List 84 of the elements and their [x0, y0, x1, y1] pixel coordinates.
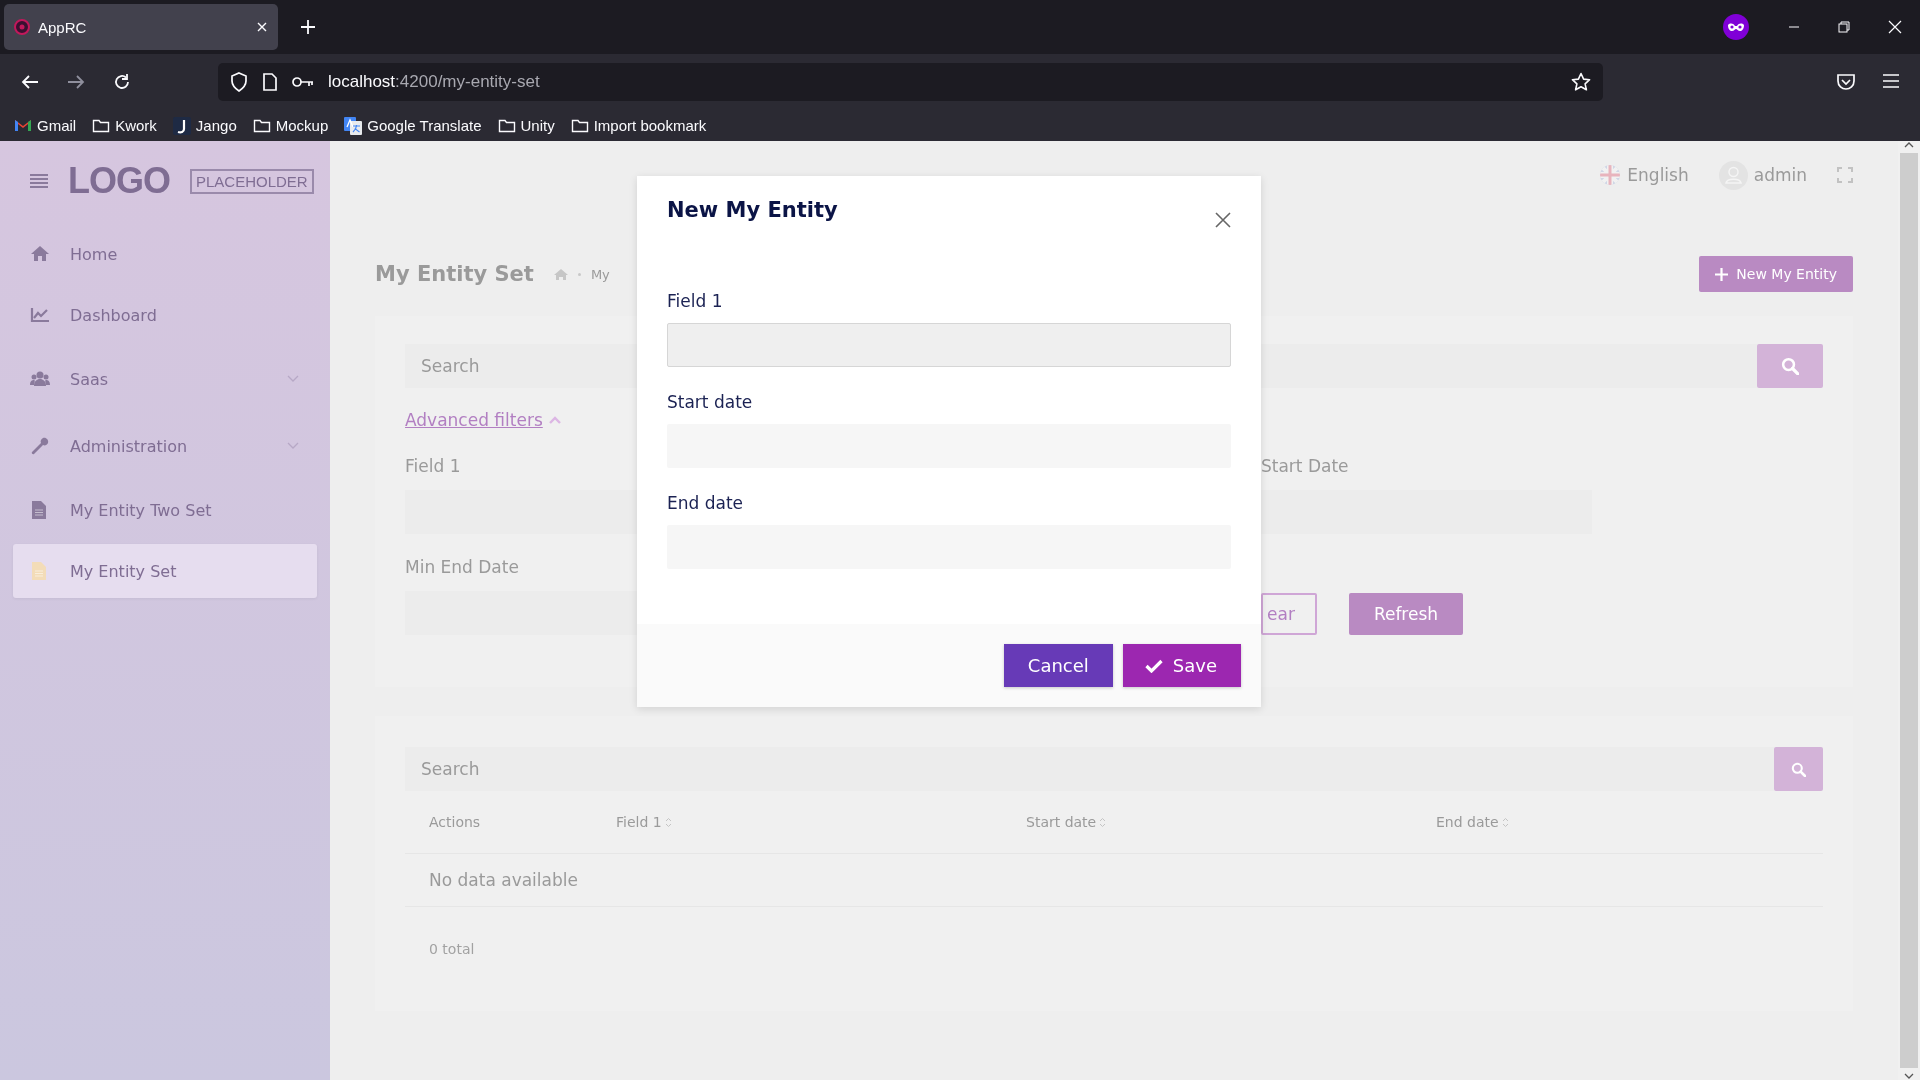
logo-text: LOGO: [68, 160, 170, 202]
new-entity-button[interactable]: New My Entity: [1699, 256, 1853, 292]
page-icon: [262, 73, 278, 91]
scroll-up-icon[interactable]: [1904, 141, 1914, 149]
input-field[interactable]: [667, 323, 1231, 367]
scrollbar[interactable]: [1898, 141, 1920, 1080]
advanced-filters-link[interactable]: Advanced filters: [405, 410, 543, 430]
field-label: Start date: [667, 392, 754, 412]
bookmark-label: Jango: [195, 117, 237, 134]
input-field[interactable]: [405, 490, 637, 534]
bookmark-label: Gmail: [37, 117, 77, 134]
plus-icon: [1715, 267, 1729, 281]
sidebar-item[interactable]: My Entity Two Set: [13, 483, 317, 537]
sort-icon: [1099, 816, 1107, 828]
bookmark-label: Mockup: [275, 117, 329, 134]
page-title: My Entity Set: [375, 262, 534, 286]
bookmark-label: Unity: [520, 117, 555, 134]
separator-dot-icon: [577, 272, 581, 276]
browser-tab[interactable]: AppRC: [4, 4, 278, 50]
chevron-down-icon: [287, 375, 299, 383]
breadcrumb-item[interactable]: My: [590, 266, 610, 282]
total-count: 0 total: [428, 940, 476, 957]
chevron-down-icon: [287, 442, 299, 450]
sidebar-item[interactable]: My Entity Set: [13, 544, 317, 598]
scroll-down-icon[interactable]: [1904, 1072, 1914, 1080]
empty-message: No data available: [429, 870, 579, 890]
field-label: Field 1: [667, 291, 724, 311]
bookmark[interactable]: Import bookmark: [570, 116, 707, 135]
column-header: Actions: [429, 814, 482, 830]
bookmark[interactable]: Jango: [172, 116, 237, 135]
restore-icon[interactable]: [1838, 21, 1850, 33]
field-label: Field 1: [405, 456, 462, 476]
search-icon: [1781, 357, 1799, 375]
logo-tag: PLACEHOLDER: [190, 168, 314, 194]
users-icon: [30, 369, 50, 389]
shield-icon: [230, 72, 248, 92]
bookmark-label: Import bookmark: [593, 117, 707, 134]
bookmark[interactable]: Mockup: [252, 116, 329, 135]
bookmark-label: Google Translate: [367, 117, 482, 134]
sort-icon: [664, 816, 672, 828]
new-tab-icon[interactable]: [300, 19, 316, 35]
bookmark[interactable]: Unity: [497, 116, 555, 135]
sidebar-item[interactable]: Dashboard: [13, 288, 317, 342]
app-icon: [14, 19, 30, 35]
dialog-title: New My Entity: [667, 198, 838, 222]
tab-title: AppRC: [38, 18, 88, 36]
bookmark[interactable]: Gmail: [14, 116, 77, 135]
wrench-icon: [30, 436, 50, 456]
url-text: localhost:4200/my-entity-set: [328, 72, 541, 92]
pocket-icon[interactable]: [1836, 73, 1856, 91]
jango-icon: [172, 116, 191, 135]
key-icon: [292, 75, 314, 89]
field-label: Min End Date: [405, 557, 520, 577]
sidebar-item[interactable]: Saas: [13, 349, 317, 409]
sidebar-item[interactable]: Administration: [13, 416, 317, 476]
refresh-button[interactable]: Refresh: [1348, 593, 1464, 635]
language-selector[interactable]: English: [1599, 164, 1689, 186]
bookmark[interactable]: Google Translate: [344, 116, 482, 135]
column-header[interactable]: Start date: [1026, 814, 1436, 830]
bookmark[interactable]: Kwork: [92, 116, 157, 135]
search-field[interactable]: Search: [405, 747, 1774, 791]
bookmark-label: Kwork: [115, 117, 157, 134]
chart-icon: [30, 305, 50, 325]
reload-icon[interactable]: [112, 72, 132, 92]
check-icon: [1144, 658, 1163, 673]
star-icon[interactable]: [1571, 72, 1591, 92]
user-menu[interactable]: admin: [1718, 160, 1807, 190]
clear-button[interactable]: ear: [1261, 593, 1317, 635]
cancel-button[interactable]: Cancel: [1003, 644, 1113, 687]
address-bar[interactable]: localhost:4200/my-entity-set: [218, 63, 1603, 101]
flag-icon: [1599, 164, 1622, 186]
sort-icon: [1501, 816, 1509, 828]
home-icon: [30, 244, 50, 264]
sidebar-item[interactable]: Home: [13, 227, 317, 281]
column-header[interactable]: End date: [1436, 814, 1823, 830]
field-label: End date: [667, 493, 745, 513]
field-label: Start Date: [1261, 456, 1350, 476]
private-mask-icon[interactable]: [1722, 13, 1750, 41]
input-field[interactable]: [1261, 490, 1592, 534]
input-field[interactable]: [405, 591, 637, 635]
save-button[interactable]: Save: [1122, 644, 1241, 687]
column-header[interactable]: Field 1: [616, 814, 1026, 830]
translate-icon: [344, 116, 363, 135]
search-icon: [1791, 761, 1806, 777]
